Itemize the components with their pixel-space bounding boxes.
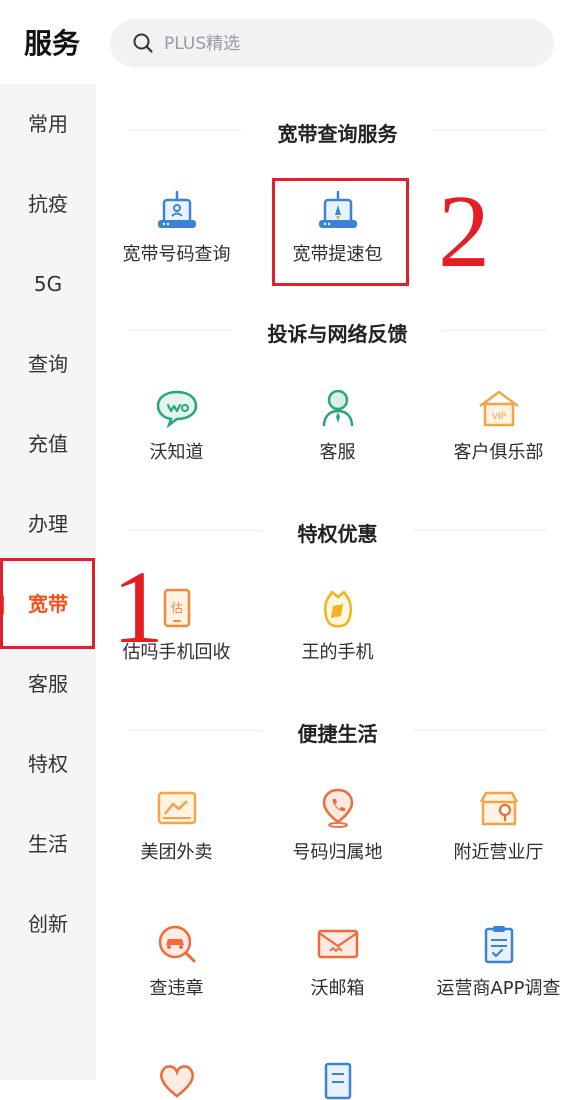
tile-label: 沃知道	[149, 442, 204, 463]
sidebar-item-customer-service[interactable]: 客服	[0, 644, 96, 724]
tile-wo-zhidao[interactable]: 沃知道	[96, 388, 257, 464]
annotation-number-2: 2	[438, 174, 490, 289]
tile-label: 号码归属地	[292, 842, 383, 863]
section-title-convenient-life: 便捷生活	[297, 722, 378, 746]
sidebar-item-label: 生活	[28, 832, 68, 856]
tile-traffic-violation[interactable]: 查违章	[96, 924, 257, 1000]
sidebar-item-label: 常用	[28, 112, 68, 136]
tile-partial[interactable]	[257, 1060, 418, 1100]
tile-meituan[interactable]: 美团外卖	[96, 788, 257, 864]
nearby-store-icon	[479, 791, 518, 826]
header: 服务	[0, 0, 579, 84]
tile-customer-service[interactable]: 客服	[257, 388, 418, 464]
crown-phone-icon	[323, 590, 352, 628]
svg-text:VIP: VIP	[491, 412, 506, 422]
annotation-box-1	[0, 558, 95, 649]
sidebar-item-innovation[interactable]: 创新	[0, 884, 96, 964]
tile-label: 王的手机	[301, 642, 374, 663]
chat-bubble-icon	[156, 390, 197, 428]
sidebar-item-label: 抗疫	[28, 192, 68, 216]
sidebar-item-label: 客服	[28, 672, 68, 696]
section-title-privileges: 特权优惠	[297, 522, 378, 546]
tile-operator-survey[interactable]: 运营商APP调查	[418, 924, 579, 1000]
search-input[interactable]	[162, 19, 536, 69]
tile-label: 客户俱乐部	[453, 442, 544, 463]
tile-broadband-number-query[interactable]: 宽带号码查询	[96, 190, 257, 266]
section-title-complaints: 投诉与网络反馈	[267, 322, 408, 346]
location-phone-icon	[322, 788, 353, 828]
sidebar-item-common[interactable]: 常用	[0, 84, 96, 164]
search-icon	[133, 33, 153, 53]
sidebar-item-privilege[interactable]: 特权	[0, 724, 96, 804]
sidebar-item-query[interactable]: 查询	[0, 324, 96, 404]
tile-number-location[interactable]: 号码归属地	[257, 788, 418, 864]
broadband-id-icon	[157, 190, 196, 228]
car-search-icon	[158, 925, 195, 963]
svg-text:估: 估	[170, 601, 182, 615]
search-bar[interactable]	[110, 19, 554, 69]
sidebar-item-life[interactable]: 生活	[0, 804, 96, 884]
tile-label: 运营商APP调查	[436, 978, 561, 999]
tile-label: 客服	[319, 442, 356, 463]
sidebar-item-anti-epidemic[interactable]: 抗疫	[0, 164, 96, 244]
tile-partial[interactable]	[96, 1060, 257, 1100]
heart-icon	[159, 1065, 194, 1098]
tile-label: 沃邮箱	[310, 978, 365, 999]
survey-clipboard-icon	[484, 926, 513, 964]
sidebar-item-label: 查询	[28, 352, 68, 376]
sidebar-item-label: 办理	[28, 512, 68, 536]
annotation-number-1: 1	[112, 550, 164, 665]
mail-icon	[317, 929, 358, 959]
agent-icon	[322, 389, 353, 427]
sidebar-item-label: 创新	[28, 912, 68, 936]
sidebar-item-label: 5G	[33, 272, 63, 296]
sidebar-item-label: 充值	[28, 432, 68, 456]
section-title-broadband-query: 宽带查询服务	[277, 122, 398, 146]
tile-wo-mail[interactable]: 沃邮箱	[257, 924, 418, 1000]
delivery-icon	[157, 791, 196, 825]
sidebar-item-label: 特权	[28, 752, 68, 776]
tile-label: 查违章	[149, 978, 204, 999]
tile-nearby-store[interactable]: 附近营业厅	[418, 788, 579, 864]
tile-label: 附近营业厅	[453, 842, 544, 863]
sidebar-item-5g[interactable]: 5G	[0, 244, 96, 324]
vip-house-icon: VIP	[478, 390, 519, 427]
checklist-icon	[324, 1062, 351, 1100]
annotation-box-2	[272, 178, 409, 286]
tile-label: 宽带号码查询	[122, 244, 231, 265]
tile-label: 美团外卖	[140, 842, 213, 863]
sidebar-item-recharge[interactable]: 充值	[0, 404, 96, 484]
tile-customer-club[interactable]: VIP 客户俱乐部	[418, 388, 579, 464]
tile-king-phone[interactable]: 王的手机	[257, 588, 418, 664]
sidebar-item-handle[interactable]: 办理	[0, 484, 96, 564]
page-title: 服务	[24, 27, 81, 60]
